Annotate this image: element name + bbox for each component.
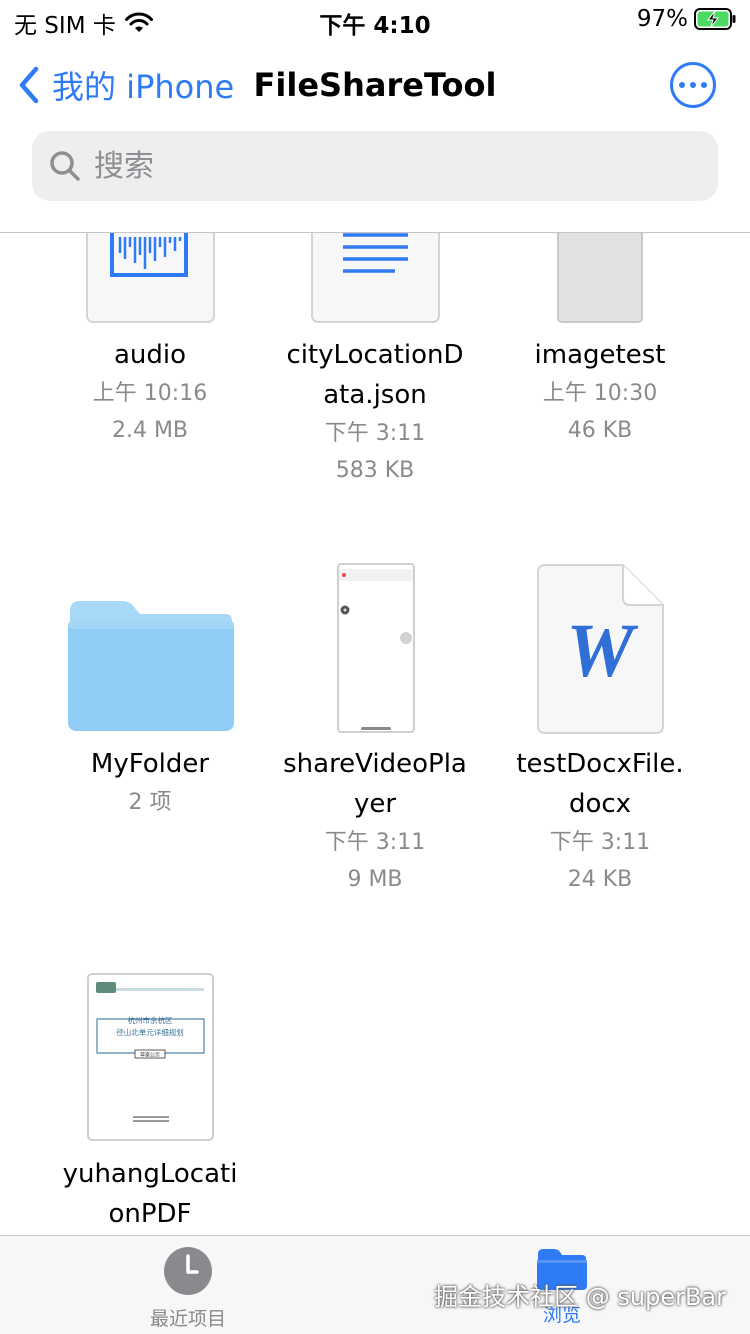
tab-browse-label: 浏览 [542,1304,581,1326]
search-bar[interactable] [32,131,718,201]
file-name: imagetest [534,340,666,370]
search-input[interactable] [94,148,674,184]
image-file-thumbnail[interactable] [557,233,643,324]
tab-browse[interactable]: 浏览 [462,1246,662,1327]
ellipsis-icon [679,82,685,88]
tab-recent-label: 最近项目 [149,1308,226,1330]
file-name-line-1: testDocxFile. [516,749,684,779]
file-grid: audio 上午 10:16 2.4 MB cityLocationD ata.… [0,233,750,1235]
file-date: 下午 3:11 [324,830,426,855]
folder-filled-icon [537,1249,587,1290]
file-size: 9 MB [347,867,403,892]
file-name-line-2: onPDF [108,1199,192,1229]
file-size: 583 KB [335,458,415,483]
navigation-bar: 我的 iPhone FileShareTool [0,50,750,120]
back-button-label: 我的 iPhone [52,68,235,106]
pdf-thumb-title-line-2: 径山北单元详细规划 [116,1027,184,1037]
search-icon [50,151,80,181]
status-bar: 无 SIM 卡 下午 4:10 97% [0,0,750,40]
folder-item-myfolder[interactable]: MyFolder 2 项 [40,744,260,821]
audio-file-thumbnail[interactable] [86,233,215,324]
pdf-file-thumbnail[interactable]: 杭州市余杭区 径山北单元详细规划 草案公示 [87,973,214,1141]
folder-name: MyFolder [90,749,210,779]
file-name-line-1: cityLocationD [286,340,464,370]
file-size: 24 KB [567,867,633,892]
file-date: 下午 3:11 [324,421,426,446]
file-name-line-2: ata.json [323,380,427,410]
file-name-line-2: docx [568,789,632,819]
file-size: 46 KB [567,418,633,443]
file-item-citylocationdata[interactable]: cityLocationD ata.json 下午 3:11 583 KB [265,335,485,489]
folder-icon[interactable] [66,599,234,733]
clock-icon [164,1247,212,1295]
file-item-sharevideoplayer[interactable]: shareVideoPla yer 下午 3:11 9 MB [265,744,485,898]
pdf-thumb-title-line-1: 杭州市余杭区 [128,1015,173,1025]
file-name-line-1: yuhangLocati [62,1159,238,1189]
back-button[interactable]: 我的 iPhone [16,62,234,108]
file-date: 下午 3:11 [549,830,651,855]
file-item-testdocxfile[interactable]: testDocxFile. docx 下午 3:11 24 KB [490,744,710,898]
status-right: 97% [637,6,736,32]
docx-file-thumbnail[interactable]: W [537,564,664,734]
pdf-thumb-tag: 草案公示 [140,1052,160,1059]
file-item-imagetest[interactable]: imagetest 上午 10:30 46 KB [490,335,710,449]
file-name: audio [113,340,187,370]
file-date: 上午 10:30 [542,381,658,406]
chevron-left-icon [19,66,39,104]
battery-charging-icon [694,8,736,30]
folder-item-count: 2 项 [128,790,172,815]
word-logo-glyph: W [566,609,639,693]
file-item-audio[interactable]: audio 上午 10:16 2.4 MB [40,335,260,449]
video-file-thumbnail[interactable] [337,563,415,733]
tab-recent[interactable]: 最近项目 [88,1246,288,1331]
file-item-yuhanglocationpdf[interactable]: yuhangLocati onPDF [40,1154,260,1234]
file-size: 2.4 MB [111,418,189,443]
battery-percent: 97% [636,6,688,32]
file-name-line-1: shareVideoPla [283,749,467,779]
json-file-thumbnail[interactable] [311,233,440,324]
file-name-line-2: yer [353,789,397,819]
tab-bar: 最近项目 浏览 [0,1235,750,1334]
more-options-button[interactable] [670,62,716,108]
file-date: 上午 10:16 [92,381,208,406]
